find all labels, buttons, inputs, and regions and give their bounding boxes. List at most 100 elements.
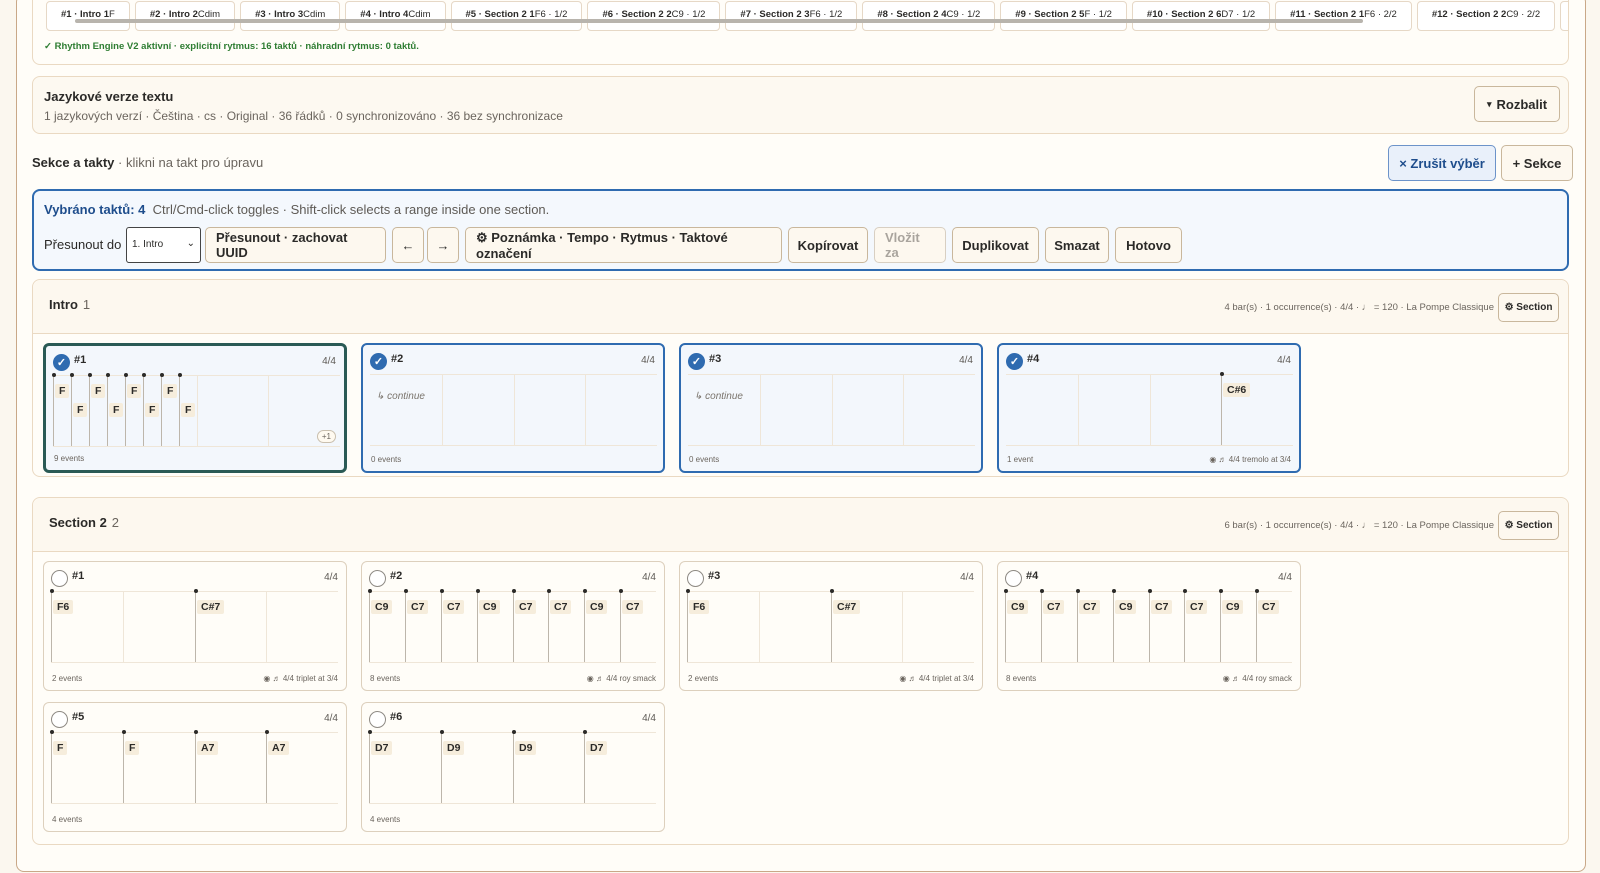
chord-label[interactable]: C#7 <box>197 600 225 614</box>
bar-select-checkbox[interactable] <box>51 570 68 587</box>
chord-label[interactable]: C7 <box>622 600 644 614</box>
paste-after-button[interactable]: Vložit za <box>874 227 946 263</box>
chord-label[interactable]: F <box>145 403 160 417</box>
bar-card[interactable]: #1 4/4 F6 C#7 2 events ◉ ♬ 4/4 triplet at 3/4 <box>43 561 347 691</box>
chord-label[interactable]: C9 <box>1007 600 1029 614</box>
bar-card[interactable]: ✓ #2 4/4 ↳ continue 0 events <box>361 343 665 473</box>
bar-select-checkbox[interactable] <box>369 711 386 728</box>
event-marker[interactable] <box>1219 589 1223 593</box>
event-marker[interactable] <box>265 730 269 734</box>
chord-label[interactable]: F <box>91 384 106 398</box>
event-marker[interactable] <box>160 373 164 377</box>
event-marker[interactable] <box>512 730 516 734</box>
clear-selection-button[interactable]: × Zrušit výběr <box>1388 145 1496 181</box>
bar-card[interactable]: #5 4/4 F F A7 A7 4 events <box>43 702 347 832</box>
chord-label[interactable]: F <box>109 403 124 417</box>
chord-label[interactable]: C7 <box>515 600 537 614</box>
bar-select-checkbox[interactable]: ✓ <box>688 353 705 370</box>
bar-chip[interactable]: #4 · Intro 4Cdim <box>345 1 446 31</box>
chord-label[interactable]: F <box>125 741 140 755</box>
bar-chip[interactable]: #5 · Section 2 1F6 · 1/2 <box>450 1 583 31</box>
bar-chip[interactable]: #12 · Section 2 2C9 · 2/2 <box>1416 1 1556 31</box>
event-marker[interactable] <box>440 730 444 734</box>
chord-label[interactable]: C9 <box>586 600 608 614</box>
event-marker[interactable] <box>1220 372 1224 376</box>
bar-select-checkbox[interactable]: ✓ <box>53 354 70 371</box>
chord-label[interactable]: C7 <box>1079 600 1101 614</box>
event-marker[interactable] <box>686 589 690 593</box>
event-marker[interactable] <box>194 589 198 593</box>
chord-label[interactable]: F <box>127 384 142 398</box>
bar-card[interactable]: #2 4/4 C9 C7 C7 C9 C7 C7 C9 C7 8 events ◉ ♬ 4/4 roy… <box>361 561 665 691</box>
event-marker[interactable] <box>52 373 56 377</box>
more-events-badge[interactable]: +1 <box>316 430 336 443</box>
event-marker[interactable] <box>1255 589 1259 593</box>
chord-label[interactable]: A7 <box>268 741 290 755</box>
chord-label[interactable]: F6 <box>53 600 74 614</box>
event-marker[interactable] <box>1183 589 1187 593</box>
chord-label[interactable]: C#7 <box>833 600 861 614</box>
bar-card[interactable]: ✓ #3 4/4 ↳ continue 0 events <box>679 343 983 473</box>
chord-label[interactable]: F6 <box>689 600 710 614</box>
bar-card[interactable]: ✓ #1 4/4 F F F F F F F F +1 9 events <box>43 343 347 473</box>
bar-select-checkbox[interactable] <box>1005 570 1022 587</box>
bar-card[interactable]: ✓ #4 4/4 C#6 1 event ◉ ♬ 4/4 tremolo at 3/4 <box>997 343 1301 473</box>
bar-chip[interactable]: #3 · Intro 3Cdim <box>240 1 341 31</box>
duplicate-button[interactable]: Duplikovat <box>952 227 1039 263</box>
event-marker[interactable] <box>88 373 92 377</box>
bar-chip[interactable]: #9 · Section 2 5F · 1/2 <box>1000 1 1127 31</box>
event-marker[interactable] <box>1040 589 1044 593</box>
event-marker[interactable] <box>106 373 110 377</box>
bar-select-checkbox[interactable]: ✓ <box>370 353 387 370</box>
event-marker[interactable] <box>547 589 551 593</box>
event-marker[interactable] <box>404 589 408 593</box>
move-target-select[interactable]: 1. Intro ⌄ <box>126 227 201 263</box>
chord-label[interactable]: C7 <box>1151 600 1173 614</box>
add-section-button[interactable]: + Sekce <box>1501 145 1573 181</box>
expand-button[interactable]: ▾ Rozbalit <box>1474 86 1560 122</box>
event-marker[interactable] <box>122 730 126 734</box>
bar-chip[interactable]: #10 · Section 2 6D7 · 1/2 <box>1131 1 1271 31</box>
chord-label[interactable]: C7 <box>443 600 465 614</box>
bar-card[interactable]: #4 4/4 C9 C7 C7 C9 C7 C7 C9 C7 8 events ◉ ♬ 4/4 roy… <box>997 561 1301 691</box>
event-marker[interactable] <box>619 589 623 593</box>
event-marker[interactable] <box>512 589 516 593</box>
done-button[interactable]: Hotovo <box>1115 227 1182 263</box>
bar-select-checkbox[interactable]: ✓ <box>1006 353 1023 370</box>
move-left-button[interactable]: ← <box>392 227 424 263</box>
bar-select-checkbox[interactable] <box>51 711 68 728</box>
event-marker[interactable] <box>583 589 587 593</box>
copy-button[interactable]: Kopírovat <box>788 227 868 263</box>
chord-label[interactable]: C9 <box>1222 600 1244 614</box>
horizontal-scrollbar[interactable] <box>75 19 1363 23</box>
chord-label[interactable]: F <box>163 384 178 398</box>
chord-label[interactable]: A7 <box>197 741 219 755</box>
event-marker[interactable] <box>50 730 54 734</box>
chord-label[interactable]: C9 <box>371 600 393 614</box>
event-marker[interactable] <box>368 589 372 593</box>
chord-label[interactable]: D7 <box>586 741 608 755</box>
chord-label[interactable]: D9 <box>515 741 537 755</box>
chord-label[interactable]: C9 <box>479 600 501 614</box>
chord-label[interactable]: F <box>73 403 88 417</box>
event-marker[interactable] <box>194 730 198 734</box>
chord-label[interactable]: F <box>181 403 196 417</box>
event-marker[interactable] <box>178 373 182 377</box>
event-marker[interactable] <box>142 373 146 377</box>
bar-chip[interactable]: #1 · Intro 1F <box>46 1 130 31</box>
bar-card[interactable]: #6 4/4 D7 D9 D9 D7 4 events <box>361 702 665 832</box>
chord-label[interactable]: C#6 <box>1223 383 1251 397</box>
move-keep-uuid-button[interactable]: Přesunout · zachovat UUID <box>205 227 386 263</box>
chord-label[interactable]: F <box>55 384 70 398</box>
bar-chip[interactable]: #2 · Intro 2Cdim <box>134 1 236 31</box>
bar-select-checkbox[interactable] <box>687 570 704 587</box>
event-marker[interactable] <box>440 589 444 593</box>
chord-label[interactable]: C7 <box>1186 600 1208 614</box>
chord-label[interactable]: D7 <box>371 741 393 755</box>
bar-chip[interactable]: #11 · Section 2 1F6 · 2/2 <box>1275 1 1412 31</box>
event-marker[interactable] <box>830 589 834 593</box>
event-marker[interactable] <box>368 730 372 734</box>
chord-label[interactable]: F <box>53 741 68 755</box>
chord-label[interactable]: D9 <box>443 741 465 755</box>
bar-card[interactable]: #3 4/4 F6 C#7 2 events ◉ ♬ 4/4 triplet at 3/4 <box>679 561 983 691</box>
